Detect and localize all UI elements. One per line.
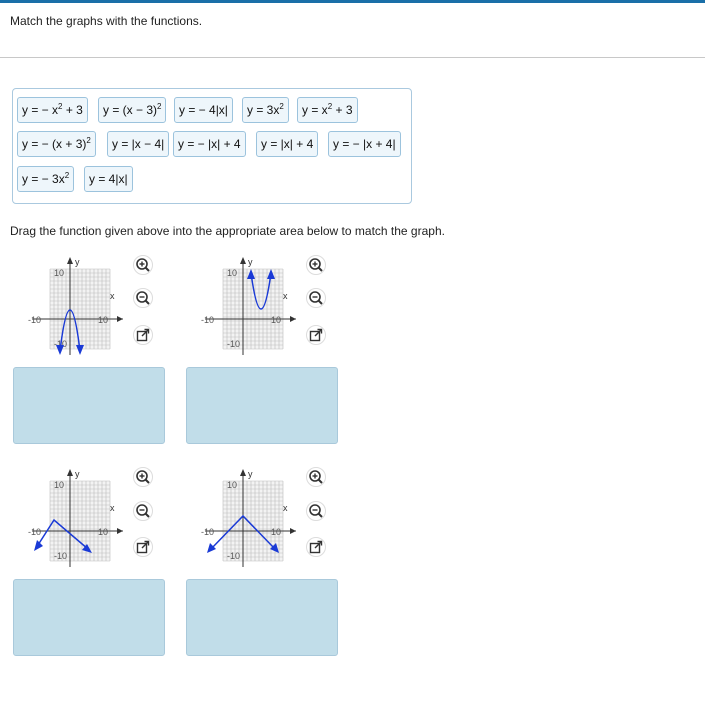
graph-4-plot: y x 10 -10 -10 10 — [201, 469, 296, 567]
divider — [0, 57, 705, 58]
graph-panel-1: y x 10 -10 -10 10 — [28, 255, 123, 355]
question-prompt: Match the graphs with the functions. — [10, 14, 203, 28]
y-axis-arrow — [67, 469, 73, 476]
x-min-label: -10 — [28, 315, 41, 325]
y-min-label: -10 — [227, 339, 240, 349]
function-chip[interactable]: y = 3x2 — [242, 97, 289, 123]
function-chip[interactable]: y = |x − 4| — [107, 131, 170, 157]
function-chip[interactable]: y = |x| + 4 — [256, 131, 319, 157]
x-axis-arrow — [290, 528, 296, 534]
function-chip[interactable]: y = (x − 3)2 — [98, 97, 167, 123]
open-window-icon[interactable] — [306, 325, 326, 345]
y-min-label: -10 — [227, 551, 240, 561]
y-axis-arrow — [240, 469, 246, 476]
function-chip[interactable]: y = − 4|x| — [174, 97, 233, 123]
x-max-label: 10 — [271, 315, 281, 325]
open-window-icon[interactable] — [133, 537, 153, 557]
y-axis-label: y — [248, 469, 253, 479]
instruction-text: Drag the function given above into the a… — [10, 224, 445, 238]
graph-panel-3: y x 10 -10 -10 10 — [28, 467, 123, 567]
graph-panel-4: y x 10 -10 -10 10 — [201, 467, 296, 567]
y-max-label: 10 — [227, 480, 237, 490]
zoom-out-icon[interactable] — [133, 501, 153, 521]
graph-panel-2: y x 10 -10 -10 10 — [201, 255, 296, 355]
x-max-label: 10 — [98, 527, 108, 537]
y-max-label: 10 — [227, 268, 237, 278]
y-min-label: -10 — [54, 551, 67, 561]
open-window-icon[interactable] — [133, 325, 153, 345]
x-axis-arrow — [290, 316, 296, 322]
function-chip[interactable]: y = − |x + 4| — [328, 131, 401, 157]
function-bank: y = − x2 + 3 y = (x − 3)2 y = − 4|x| y =… — [12, 88, 412, 204]
x-min-label: -10 — [201, 315, 214, 325]
y-axis-arrow — [67, 257, 73, 264]
x-axis-arrow — [117, 528, 123, 534]
curve-arrow-left — [34, 540, 43, 551]
function-chip[interactable]: y = − (x + 3)2 — [17, 131, 96, 157]
graph-3-plot: y x 10 -10 -10 10 — [28, 469, 123, 567]
zoom-out-icon[interactable] — [306, 288, 326, 308]
curve-arrow-left — [56, 345, 64, 355]
function-chip[interactable]: y = − x2 + 3 — [17, 97, 88, 123]
zoom-out-icon[interactable] — [306, 501, 326, 521]
y-axis-arrow — [240, 257, 246, 264]
x-axis-label: x — [110, 291, 115, 301]
drop-zone-2[interactable] — [186, 367, 338, 444]
y-axis-label: y — [75, 257, 80, 267]
drop-zone-1[interactable] — [13, 367, 165, 444]
x-min-label: -10 — [28, 527, 41, 537]
y-max-label: 10 — [54, 268, 64, 278]
open-window-icon[interactable] — [306, 537, 326, 557]
zoom-in-icon[interactable] — [306, 467, 326, 487]
zoom-out-icon[interactable] — [133, 288, 153, 308]
x-axis-label: x — [283, 503, 288, 513]
x-axis-label: x — [110, 503, 115, 513]
x-axis-arrow — [117, 316, 123, 322]
curve-arrow-right — [76, 345, 84, 355]
drop-zone-3[interactable] — [13, 579, 165, 656]
drop-zone-4[interactable] — [186, 579, 338, 656]
zoom-in-icon[interactable] — [133, 255, 153, 275]
x-max-label: 10 — [98, 315, 108, 325]
graph-2-plot: y x 10 -10 -10 10 — [201, 257, 296, 355]
x-min-label: -10 — [201, 527, 214, 537]
x-max-label: 10 — [271, 527, 281, 537]
y-axis-label: y — [75, 469, 80, 479]
function-chip[interactable]: y = − |x| + 4 — [173, 131, 246, 157]
top-accent-bar — [0, 0, 705, 3]
function-chip[interactable]: y = x2 + 3 — [297, 97, 358, 123]
y-max-label: 10 — [54, 480, 64, 490]
graph-1-plot: y x 10 -10 -10 10 — [28, 257, 123, 355]
function-chip[interactable]: y = − 3x2 — [17, 166, 75, 192]
x-axis-label: x — [283, 291, 288, 301]
function-chip[interactable]: y = 4|x| — [84, 166, 133, 192]
zoom-in-icon[interactable] — [306, 255, 326, 275]
zoom-in-icon[interactable] — [133, 467, 153, 487]
y-axis-label: y — [248, 257, 253, 267]
